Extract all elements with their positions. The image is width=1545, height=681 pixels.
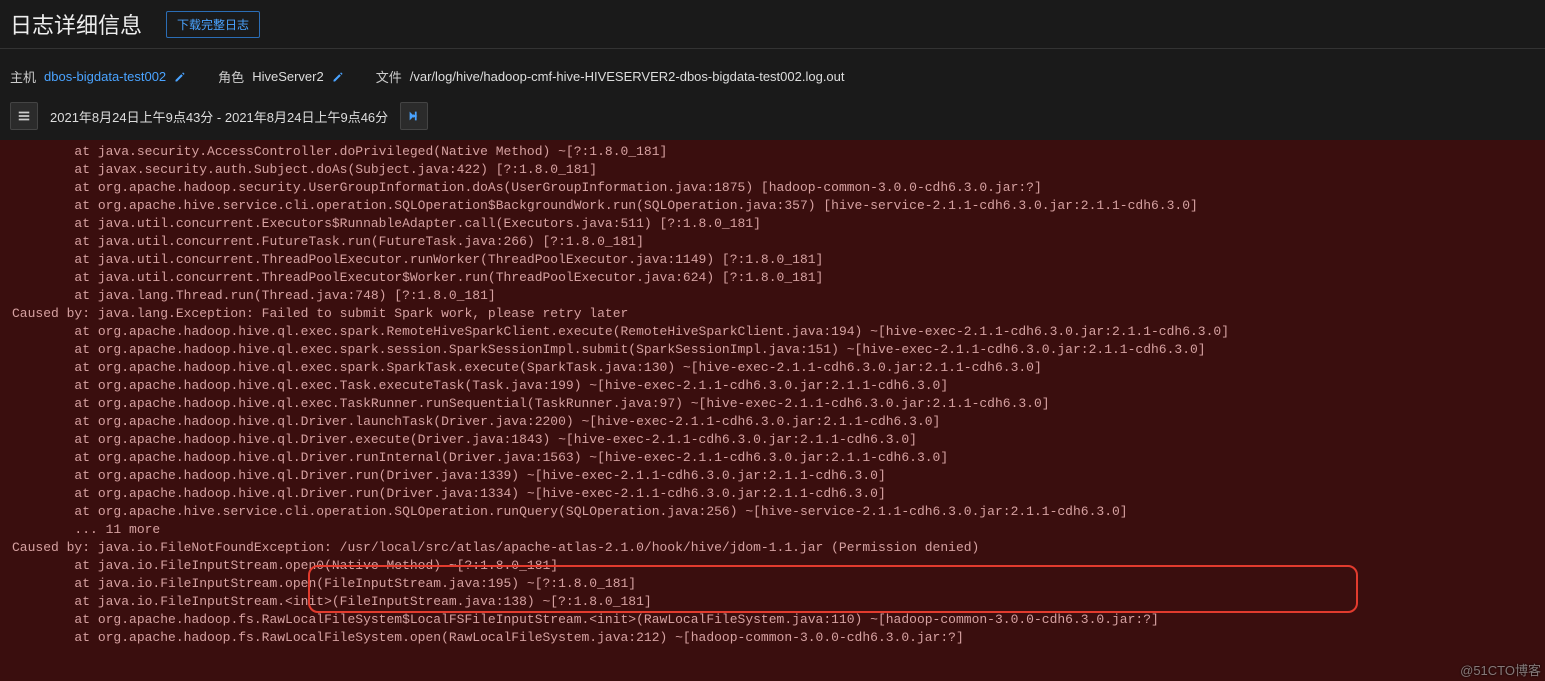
download-full-log-button[interactable]: 下载完整日志: [166, 11, 260, 38]
meta-file: 文件 /var/log/hive/hadoop-cmf-hive-HIVESER…: [376, 67, 845, 86]
log-area: at java.security.AccessController.doPriv…: [0, 140, 1545, 681]
page-title: 日志详细信息: [10, 8, 142, 40]
host-link[interactable]: dbos-bigdata-test002: [44, 69, 166, 84]
jump-to-latest-button[interactable]: [400, 102, 428, 130]
role-label: 角色: [218, 67, 244, 86]
meta-row: 主机 dbos-bigdata-test002 角色 HiveServer2 文…: [0, 49, 1545, 96]
watermark: @51CTO博客: [1460, 660, 1541, 679]
file-value: /var/log/hive/hadoop-cmf-hive-HIVESERVER…: [410, 69, 845, 84]
edit-role-icon[interactable]: [332, 71, 344, 83]
host-label: 主机: [10, 67, 36, 86]
edit-host-icon[interactable]: [174, 71, 186, 83]
log-content[interactable]: at java.security.AccessController.doPriv…: [12, 143, 1533, 647]
list-view-button[interactable]: [10, 102, 38, 130]
file-label: 文件: [376, 67, 402, 86]
role-value: HiveServer2: [252, 69, 324, 84]
meta-role: 角色 HiveServer2: [218, 67, 344, 86]
meta-host: 主机 dbos-bigdata-test002: [10, 67, 186, 86]
date-range: 2021年8月24日上午9点43分 - 2021年8月24日上午9点46分: [46, 107, 392, 126]
filter-row: 2021年8月24日上午9点43分 - 2021年8月24日上午9点46分: [0, 96, 1545, 140]
header-bar: 日志详细信息 下载完整日志: [0, 0, 1545, 49]
